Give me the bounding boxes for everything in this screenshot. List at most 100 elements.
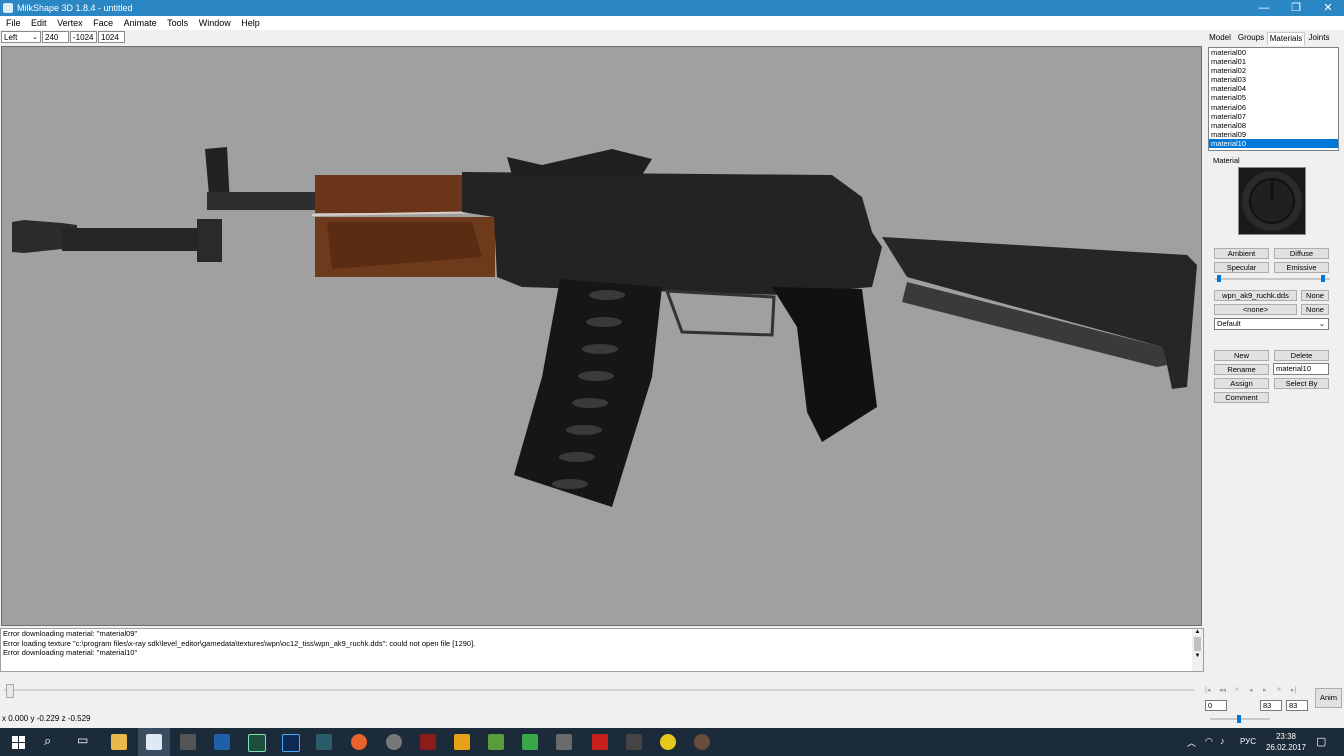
firefox-icon[interactable] xyxy=(351,734,367,750)
app-window-icon[interactable] xyxy=(214,734,230,750)
tab-model[interactable]: Model xyxy=(1207,32,1233,44)
material-list-item[interactable]: material06 xyxy=(1209,103,1338,112)
menu-vertex[interactable]: Vertex xyxy=(57,16,83,30)
clock-date: 26.02.2017 xyxy=(1265,743,1307,752)
rename-input[interactable]: material10 xyxy=(1273,363,1329,375)
file-explorer-icon[interactable] xyxy=(111,734,127,750)
image-app-icon[interactable] xyxy=(316,734,332,750)
clock[interactable]: 23:38 26.02.2017 xyxy=(1263,731,1309,753)
frame-slider[interactable] xyxy=(4,689,1194,691)
scroll-up-icon[interactable]: ▲ xyxy=(1192,629,1203,635)
animation-timeline: |◂ ◂◂ « ◂ ▸ » ▸| 0 83 83 Anim xyxy=(0,674,1342,711)
material-list-item[interactable]: material02 xyxy=(1209,66,1338,75)
mode-select[interactable]: Default ⌄ xyxy=(1214,318,1329,330)
material-list-item[interactable]: material10 xyxy=(1209,138,1338,149)
radiation-app-icon[interactable] xyxy=(660,734,676,750)
material-list-item[interactable]: material01 xyxy=(1209,57,1338,66)
game-icon[interactable] xyxy=(420,734,436,750)
gun-app-icon[interactable] xyxy=(180,734,196,750)
menu-file[interactable]: File xyxy=(6,16,21,30)
tools-app-icon[interactable] xyxy=(626,734,642,750)
photoshop-icon[interactable] xyxy=(282,734,300,752)
assign-button[interactable]: Assign xyxy=(1214,378,1269,389)
notifications-icon[interactable]: ▢ xyxy=(1316,735,1326,748)
search-icon[interactable]: ⌕ xyxy=(44,733,51,749)
message-log[interactable]: Error downloading material: "material09"… xyxy=(0,628,1204,672)
language-indicator[interactable]: РУС xyxy=(1240,737,1256,746)
forward-icon[interactable]: » xyxy=(1277,686,1281,693)
frame-start-field[interactable]: 0 xyxy=(1205,700,1227,711)
material-list-item[interactable]: material05 xyxy=(1209,93,1338,102)
material-list-item[interactable]: material04 xyxy=(1209,84,1338,93)
view-field-1[interactable]: 240 xyxy=(42,31,69,43)
material-list[interactable]: material00 material01 material02 material03… xyxy=(1208,47,1339,151)
emissive-button[interactable]: Emissive xyxy=(1274,262,1329,273)
view-field-2[interactable]: -1024 xyxy=(70,31,97,43)
flash-app-icon[interactable] xyxy=(592,734,608,750)
prev-frame-icon[interactable]: ◂ xyxy=(1249,686,1253,694)
close-button[interactable]: ✕ xyxy=(1312,0,1344,16)
weapon-model xyxy=(12,147,1197,507)
select-by-button[interactable]: Select By xyxy=(1274,378,1329,389)
transparency-slider-handle[interactable] xyxy=(1321,275,1325,282)
first-frame-icon[interactable]: |◂ xyxy=(1205,686,1210,694)
audition-icon[interactable] xyxy=(248,734,266,752)
minimize-button[interactable]: — xyxy=(1248,0,1280,16)
viewport-3d[interactable] xyxy=(1,46,1202,626)
scroll-thumb[interactable] xyxy=(1194,637,1201,651)
menu-animate[interactable]: Animate xyxy=(124,16,157,30)
diffuse-button[interactable]: Diffuse xyxy=(1274,248,1329,259)
material-list-item[interactable]: material09 xyxy=(1209,130,1338,139)
torrent-icon[interactable] xyxy=(522,734,538,750)
alpha-none-button[interactable]: None xyxy=(1301,304,1329,315)
video-app-icon[interactable] xyxy=(556,734,572,750)
task-view-icon[interactable]: ▭ xyxy=(77,733,88,747)
specular-button[interactable]: Specular xyxy=(1214,262,1269,273)
material-list-item[interactable]: material00 xyxy=(1209,48,1338,57)
tab-groups[interactable]: Groups xyxy=(1235,32,1267,44)
menu-edit[interactable]: Edit xyxy=(31,16,47,30)
shininess-slider-handle[interactable] xyxy=(1217,275,1221,282)
ambient-button[interactable]: Ambient xyxy=(1214,248,1269,259)
new-button[interactable]: New xyxy=(1214,350,1269,361)
windows-start-icon[interactable] xyxy=(12,736,25,749)
menu-window[interactable]: Window xyxy=(199,16,231,30)
comment-button[interactable]: Comment xyxy=(1214,392,1269,403)
puzzle-app-icon[interactable] xyxy=(488,734,504,750)
restore-button[interactable]: ❐ xyxy=(1280,0,1312,16)
log-scrollbar[interactable]: ▲ ▼ xyxy=(1192,629,1203,671)
rewind-icon[interactable]: « xyxy=(1235,686,1239,693)
rename-button[interactable]: Rename xyxy=(1214,364,1269,375)
material-list-item[interactable]: material03 xyxy=(1209,75,1338,84)
tray-chevron-icon[interactable]: ︿ xyxy=(1187,736,1196,749)
last-frame-icon[interactable]: ▸| xyxy=(1291,686,1296,694)
material-list-item[interactable]: material08 xyxy=(1209,121,1338,130)
delete-button[interactable]: Delete xyxy=(1274,350,1329,361)
texture-button[interactable]: wpn_ak9_ruchk.dds xyxy=(1214,290,1297,301)
tab-joints[interactable]: Joints xyxy=(1305,32,1333,44)
frame-current-field[interactable]: 83 xyxy=(1260,700,1282,711)
next-frame-icon[interactable]: ▸ xyxy=(1263,686,1267,694)
menu-help[interactable]: Help xyxy=(241,16,260,30)
frame-end-field[interactable]: 83 xyxy=(1286,700,1308,711)
frame-slider-handle[interactable] xyxy=(6,684,14,698)
m-app-icon[interactable] xyxy=(454,734,470,750)
material-list-item[interactable]: material07 xyxy=(1209,112,1338,121)
stalker-icon[interactable] xyxy=(694,734,710,750)
alpha-texture-button[interactable]: <none> xyxy=(1214,304,1297,315)
view-field-3[interactable]: 1024 xyxy=(98,31,125,43)
disc-app-icon[interactable] xyxy=(386,734,402,750)
volume-icon[interactable]: ♪ xyxy=(1220,736,1225,746)
tab-materials[interactable]: Materials xyxy=(1267,32,1305,45)
network-icon[interactable]: ◠ xyxy=(1205,736,1213,747)
shininess-slider[interactable] xyxy=(1215,278,1330,280)
anim-button[interactable]: Anim xyxy=(1315,688,1342,708)
prev-key-icon[interactable]: ◂◂ xyxy=(1219,686,1226,694)
menu-face[interactable]: Face xyxy=(93,16,113,30)
scroll-down-icon[interactable]: ▼ xyxy=(1192,653,1203,659)
speed-slider-handle[interactable] xyxy=(1237,715,1241,723)
milkshape-taskbar-button[interactable] xyxy=(138,728,170,756)
texture-none-button[interactable]: None xyxy=(1301,290,1329,301)
menu-tools[interactable]: Tools xyxy=(167,16,188,30)
view-select[interactable]: Left ⌄ xyxy=(1,31,41,43)
